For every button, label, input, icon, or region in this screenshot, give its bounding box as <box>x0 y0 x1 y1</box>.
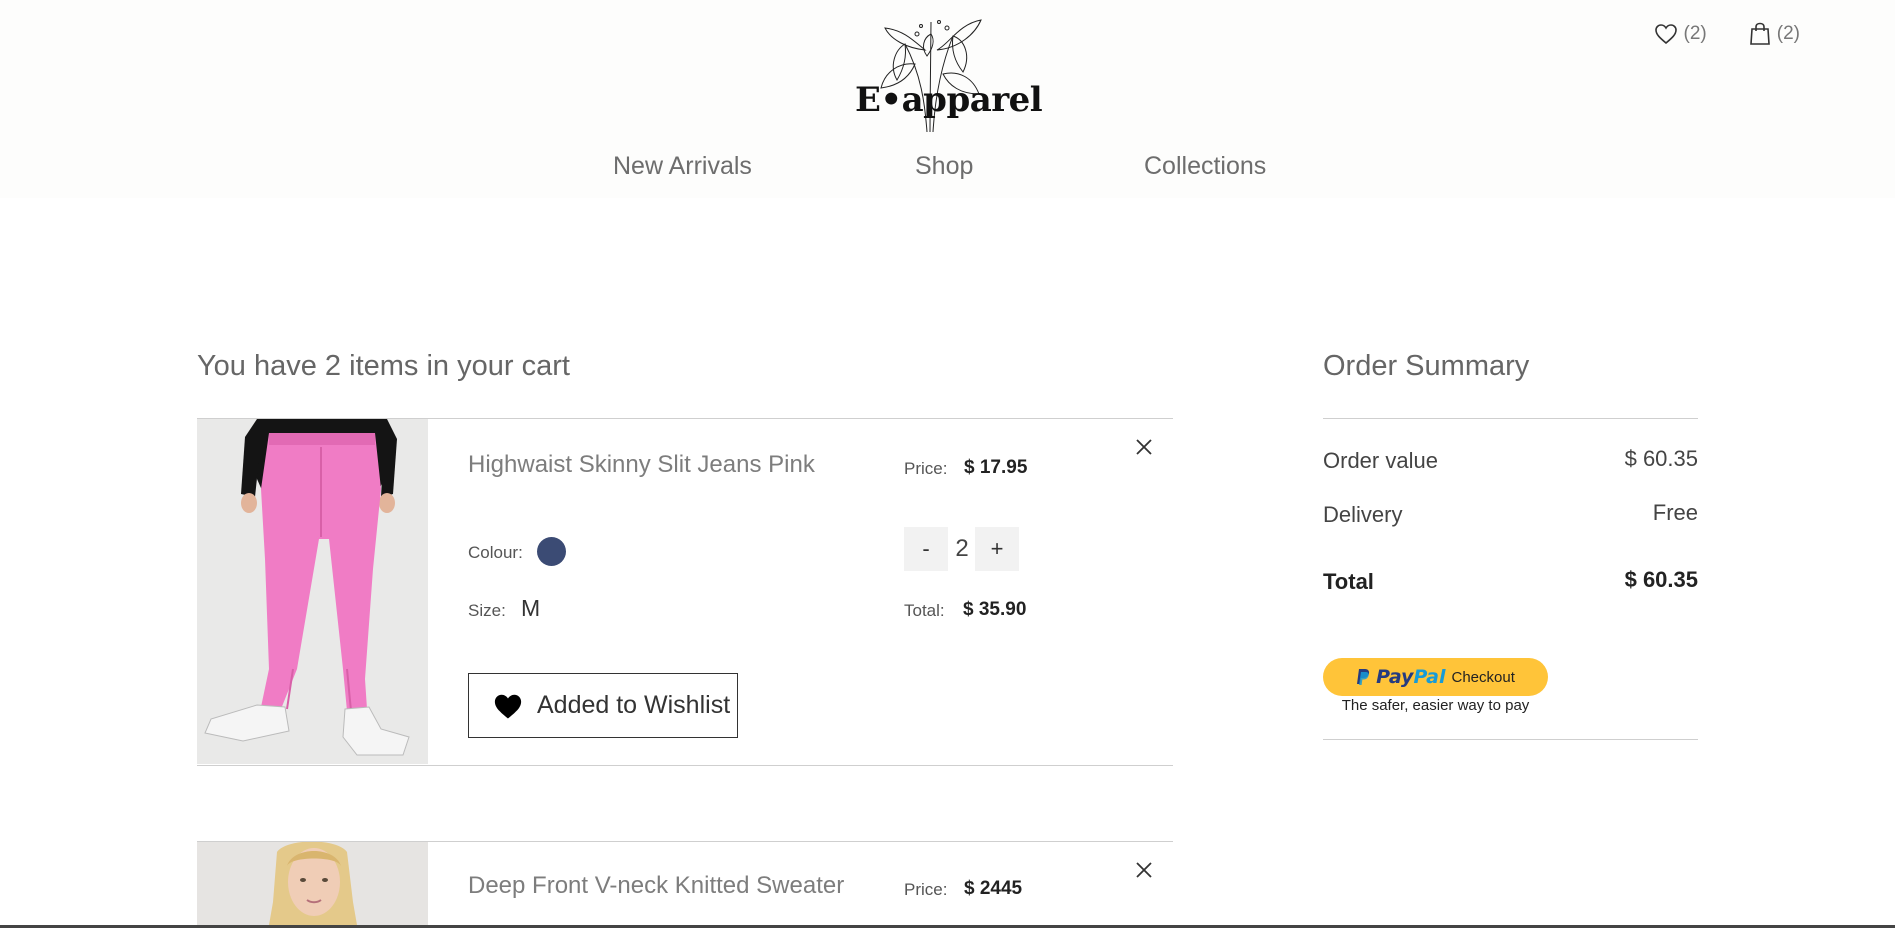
order-value-label: Order value <box>1323 448 1438 473</box>
price-value: $ 17.95 <box>964 457 1028 478</box>
quantity-decrease-button[interactable]: - <box>904 527 948 571</box>
main-nav: New Arrivals Shop Collections <box>0 152 1895 192</box>
brand-logo[interactable]: E•apparel <box>855 14 1043 138</box>
paypal-checkout-button[interactable]: PayPal Checkout <box>1323 658 1548 696</box>
paypal-logo: PayPal <box>1376 666 1445 688</box>
heart-filled-icon <box>494 694 522 718</box>
close-icon <box>1136 862 1152 878</box>
paypal-icon <box>1357 669 1370 685</box>
colour-label: Colour: <box>468 543 523 562</box>
product-name[interactable]: Deep Front V-neck Knitted Sweater <box>468 872 844 900</box>
order-value-amount: $ 60.35 <box>1624 446 1698 471</box>
size-value: M <box>521 595 541 621</box>
cart-title: You have 2 items in your cart <box>197 350 570 382</box>
cart-item: Highwaist Skinny Slit Jeans Pink Price: … <box>197 419 1173 765</box>
size-label: Size: <box>468 601 506 620</box>
item-total-value: $ 35.90 <box>963 599 1027 620</box>
product-image[interactable] <box>197 419 428 764</box>
nav-new-arrivals[interactable]: New Arrivals <box>613 152 752 181</box>
total-label: Total <box>1323 569 1374 594</box>
wishlist-link[interactable]: (2) <box>1654 22 1707 46</box>
total-value: $ 60.35 <box>1624 567 1698 592</box>
order-summary-title: Order Summary <box>1323 350 1530 382</box>
remove-item-button[interactable] <box>1132 858 1156 882</box>
site-header: E•apparel (2) (2) New Arrivals Shop Coll… <box>0 0 1895 198</box>
product-name[interactable]: Highwaist Skinny Slit Jeans Pink <box>468 451 815 479</box>
price-label: Price: <box>904 880 948 899</box>
product-image[interactable] <box>197 842 428 925</box>
cart-count: (2) <box>1776 23 1800 44</box>
nav-collections[interactable]: Collections <box>1144 152 1266 181</box>
price-value: $ 2445 <box>964 878 1023 899</box>
paypal-logo-pay: Pay <box>1376 666 1414 688</box>
cart-divider <box>197 765 1173 766</box>
cart-item: Deep Front V-neck Knitted Sweater Price:… <box>197 842 1173 925</box>
colour-swatch[interactable] <box>537 537 566 566</box>
wishlist-count: (2) <box>1683 23 1707 44</box>
delivery-value: Free <box>1652 500 1698 525</box>
brand-name: E•apparel <box>855 80 1043 120</box>
wishlist-button[interactable]: Added to Wishlist <box>468 673 738 738</box>
total-label: Total: <box>904 601 945 620</box>
quantity-increase-button[interactable]: + <box>975 527 1019 571</box>
summary-divider <box>1323 418 1698 419</box>
delivery-label: Delivery <box>1323 502 1403 527</box>
heart-icon <box>1654 24 1677 45</box>
product-photo-sweater <box>197 842 428 925</box>
quantity-value: 2 <box>955 535 969 562</box>
wishlist-button-label: Added to Wishlist <box>537 691 731 719</box>
paypal-logo-pal: Pal <box>1413 666 1446 688</box>
shopping-bag-icon <box>1749 22 1770 45</box>
cart-link[interactable]: (2) <box>1749 22 1800 46</box>
nav-shop[interactable]: Shop <box>915 152 973 181</box>
paypal-checkout-label: Checkout <box>1451 668 1515 686</box>
summary-divider <box>1323 739 1698 740</box>
header-actions: (2) (2) <box>1654 22 1800 46</box>
close-icon <box>1136 439 1152 455</box>
remove-item-button[interactable] <box>1132 435 1156 459</box>
product-photo-jeans <box>197 419 428 764</box>
paypal-tagline: The safer, easier way to pay <box>1341 697 1530 714</box>
price-label: Price: <box>904 459 948 478</box>
